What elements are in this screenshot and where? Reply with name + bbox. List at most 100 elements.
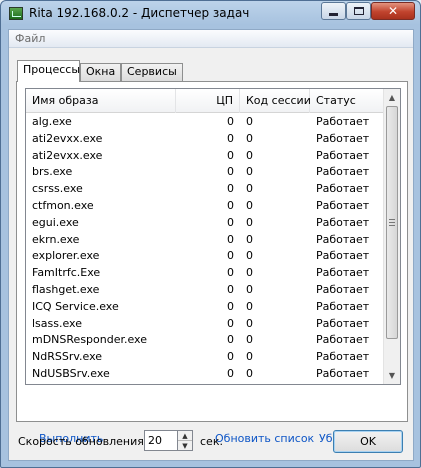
refresh-rate-label: Скорость обновления <box>18 435 144 448</box>
tab-windows[interactable]: Окна <box>80 63 121 81</box>
maximize-icon <box>353 7 364 15</box>
process-status: Работает <box>316 232 370 246</box>
table-row[interactable]: ati2evxx.exe 0 0 Работает <box>26 147 384 164</box>
process-rows: alg.exe 0 0 Работает ati2evxx.exe 0 0 Работает a… <box>26 113 384 385</box>
process-cpu: 0 <box>227 266 234 280</box>
process-cpu: 0 <box>227 350 234 364</box>
process-name: egui.exe <box>32 215 79 229</box>
refresh-rate-input[interactable] <box>144 430 178 451</box>
process-session: 0 <box>246 350 253 364</box>
process-session: 0 <box>246 316 253 330</box>
column-header-status[interactable]: Статус <box>310 89 384 113</box>
task-manager-window: Rita 192.168.0.2 - Диспетчер задач ✕ Фай… <box>0 0 421 468</box>
scroll-up-icon[interactable]: ▲ <box>384 89 400 106</box>
process-cpu: 0 <box>227 232 234 246</box>
process-name: lsass.exe <box>32 316 82 330</box>
refresh-list-link[interactable]: Обновить список <box>215 432 314 445</box>
process-status: Работает <box>316 249 370 263</box>
window-title: Rita 192.168.0.2 - Диспетчер задач <box>29 6 250 20</box>
refresh-rate-unit: сек. <box>200 435 223 448</box>
table-row[interactable]: ICQ Service.exe 0 0 Работает <box>26 298 384 315</box>
process-status: Работает <box>316 299 370 313</box>
process-session: 0 <box>246 215 253 229</box>
scroll-grip <box>389 219 395 220</box>
table-row[interactable]: brs.exe 0 0 Работает <box>26 163 384 180</box>
table-row[interactable]: csrss.exe 0 0 Работает <box>26 180 384 197</box>
minimize-button[interactable] <box>321 2 346 20</box>
menu-bar: Файл <box>9 30 413 48</box>
table-row[interactable]: PCSuite.exe 0 0 Работает <box>26 382 384 385</box>
process-cpu: 0 <box>227 366 234 380</box>
process-name: mDNSResponder.exe <box>32 333 148 347</box>
title-bar[interactable]: Rita 192.168.0.2 - Диспетчер задач ✕ <box>1 1 420 29</box>
process-name: ati2evxx.exe <box>32 131 103 145</box>
table-row[interactable]: FamItrfc.Exe 0 0 Работает <box>26 264 384 281</box>
tab-processes[interactable]: Процессы <box>17 60 80 82</box>
column-header-name[interactable]: Имя образа <box>26 89 176 113</box>
table-row[interactable]: ctfmon.exe 0 0 Работает <box>26 197 384 214</box>
process-status: Работает <box>316 316 370 330</box>
processes-panel: Имя образа ЦП Код сессии Статус alg.exe 0… <box>16 81 408 445</box>
table-row[interactable]: NdRSSrv.exe 0 0 Работает <box>26 348 384 365</box>
client-area: Файл Процессы Окна Сервисы Имя образа ЦП… <box>8 29 414 461</box>
table-row[interactable]: lsass.exe 0 0 Работает <box>26 315 384 332</box>
refresh-rate-spinner[interactable]: ▲ ▼ <box>177 430 193 451</box>
process-status: Работает <box>316 182 370 196</box>
table-row[interactable]: alg.exe 0 0 Работает <box>26 113 384 130</box>
process-status: Работает <box>316 215 370 229</box>
process-cpu: 0 <box>227 215 234 229</box>
process-session: 0 <box>246 299 253 313</box>
spin-up-icon[interactable]: ▲ <box>178 431 192 441</box>
process-status: Работает <box>316 198 370 212</box>
process-session: 0 <box>246 198 253 212</box>
process-session: 0 <box>246 282 253 296</box>
ok-button[interactable]: OK <box>333 430 403 453</box>
process-session: 0 <box>246 366 253 380</box>
process-cpu: 0 <box>227 182 234 196</box>
process-name: PCSuite.exe <box>32 384 97 385</box>
table-row[interactable]: ekrn.exe 0 0 Работает <box>26 231 384 248</box>
process-cpu: 0 <box>227 249 234 263</box>
maximize-button[interactable] <box>346 2 371 20</box>
table-row[interactable]: NdUSBSrv.exe 0 0 Работает <box>26 365 384 382</box>
process-name: FamItrfc.Exe <box>32 266 101 280</box>
process-name: ICQ Service.exe <box>32 299 119 313</box>
process-status: Работает <box>316 165 370 179</box>
table-row[interactable]: egui.exe 0 0 Работает <box>26 214 384 231</box>
process-name: alg.exe <box>32 115 72 128</box>
table-row[interactable]: ati2evxx.exe 0 0 Работает <box>26 130 384 147</box>
tab-services[interactable]: Сервисы <box>121 63 183 81</box>
process-cpu: 0 <box>227 333 234 347</box>
column-header-session[interactable]: Код сессии <box>240 89 311 113</box>
process-session: 0 <box>246 333 253 347</box>
process-status: Работает <box>316 350 370 364</box>
process-name: NdRSSrv.exe <box>32 350 103 364</box>
column-header-cpu[interactable]: ЦП <box>176 89 240 113</box>
close-icon: ✕ <box>387 4 399 18</box>
vertical-scrollbar[interactable]: ▲ ▼ <box>383 89 400 384</box>
scroll-down-icon[interactable]: ▼ <box>384 367 400 384</box>
menu-file[interactable]: Файл <box>15 32 45 45</box>
spin-down-icon[interactable]: ▼ <box>178 441 192 451</box>
process-cpu: 0 <box>227 131 234 145</box>
scroll-grip <box>389 222 395 223</box>
process-status: Работает <box>316 366 370 380</box>
close-button[interactable]: ✕ <box>371 2 415 20</box>
process-name: ctfmon.exe <box>32 198 94 212</box>
process-session: 0 <box>246 249 253 263</box>
table-row[interactable]: explorer.exe 0 0 Работает <box>26 247 384 264</box>
table-row[interactable]: flashget.exe 0 0 Работает <box>26 281 384 298</box>
process-session: 0 <box>246 131 253 145</box>
process-session: 0 <box>246 232 253 246</box>
scroll-thumb[interactable] <box>386 106 398 339</box>
table-row[interactable]: mDNSResponder.exe 0 0 Работает <box>26 331 384 348</box>
process-status: Работает <box>316 131 370 145</box>
process-cpu: 0 <box>227 115 234 128</box>
process-name: NdUSBSrv.exe <box>32 366 110 380</box>
process-status: Работает <box>316 384 369 385</box>
process-name: ati2evxx.exe <box>32 148 103 162</box>
process-name: flashget.exe <box>32 282 100 296</box>
process-cpu: 0 <box>227 316 234 330</box>
process-list[interactable]: Имя образа ЦП Код сессии Статус alg.exe 0… <box>25 88 401 385</box>
process-cpu: 0 <box>176 384 234 385</box>
